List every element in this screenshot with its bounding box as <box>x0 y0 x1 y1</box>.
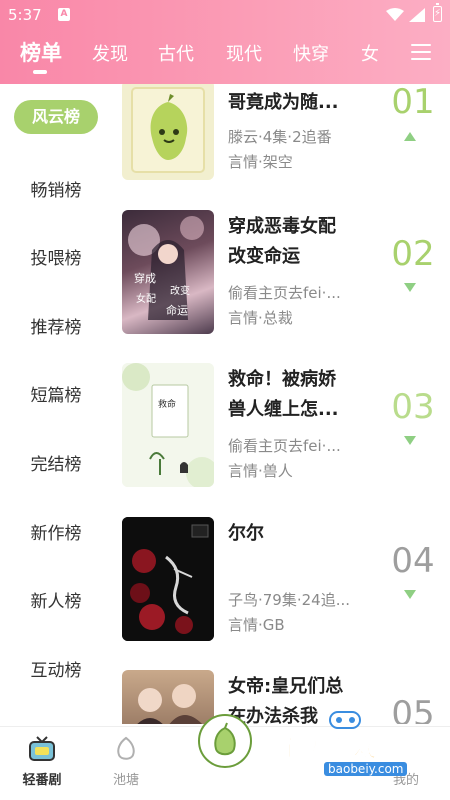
rank-number: 03 <box>391 387 435 427</box>
sidebar-item-newcomer[interactable]: 新人榜 <box>0 587 112 612</box>
nav-pond[interactable]: 池塘 <box>86 727 166 800</box>
svg-text:救命: 救命 <box>158 398 176 410</box>
svg-text:女配: 女配 <box>136 292 156 305</box>
book-cover[interactable]: 救命 <box>122 363 214 487</box>
rank-down-icon <box>404 436 416 445</box>
menu-icon[interactable] <box>411 44 431 60</box>
book-author-stats: 偷看主页去fei·... <box>228 284 341 302</box>
category-tabs: 榜单 发现 古代 现代 快穿 女 <box>0 36 450 76</box>
book-cover[interactable] <box>122 670 214 724</box>
tab-female[interactable]: 女 <box>361 40 379 66</box>
cover-illustration-icon <box>137 684 202 724</box>
sidebar-item-interaction[interactable]: 互动榜 <box>0 656 112 681</box>
watermark: 宝贝游戏网 baobeiy.com <box>278 711 428 786</box>
sidebar-item-bestseller[interactable]: 畅销榜 <box>0 176 112 201</box>
book-genre: 言情·兽人 <box>228 462 293 480</box>
svg-text:命运: 命运 <box>166 303 188 317</box>
sidebar-item-short[interactable]: 短篇榜 <box>0 381 112 406</box>
tab-rankings[interactable]: 榜单 <box>20 37 62 67</box>
rank-number: 04 <box>391 541 435 581</box>
svg-text:改变: 改变 <box>170 284 190 297</box>
tv-icon <box>29 736 55 761</box>
book-author-stats: 子鸟·79集·24追... <box>228 591 351 609</box>
nav-label: 池塘 <box>112 773 139 788</box>
watermark-url: baobeiy.com <box>324 762 408 776</box>
status-bar: 5:37 A ⚡ <box>0 0 450 30</box>
battery-icon: ⚡ <box>433 3 442 22</box>
top-header: 5:37 A ⚡ 榜单 发现 古代 现代 快穿 女 <box>0 0 450 84</box>
tab-quick-transmigration[interactable]: 快穿 <box>293 40 329 66</box>
book-author-stats: 偷看主页去fei·... <box>228 437 341 455</box>
rank-number: 02 <box>391 234 435 274</box>
book-title: 女帝:皇兄们总 <box>228 676 344 697</box>
list-item[interactable]: 女帝:皇兄们总 在办法杀我 05 <box>112 670 450 724</box>
rank-number: 05 <box>391 694 435 724</box>
sidebar-item-fengyun[interactable]: 风云榜 <box>14 100 98 134</box>
tab-discover[interactable]: 发现 <box>92 40 128 66</box>
notification-app-icon: A <box>58 8 70 21</box>
signal-icon <box>409 8 425 22</box>
cover-illustration-icon: 穿成 改变 女配 命运 <box>128 216 204 320</box>
sidebar-item-new-works[interactable]: 新作榜 <box>0 519 112 544</box>
list-item[interactable]: 哥竟成为随... 滕云·4集·2追番 言情·架空 01 <box>112 84 450 184</box>
book-title: 哥竟成为随... <box>228 92 339 113</box>
ranking-sidebar: 风云榜 畅销榜 投喂榜 推荐榜 短篇榜 完结榜 新作榜 新人榜 互动榜 <box>0 84 112 724</box>
status-time: 5:37 <box>8 6 42 24</box>
book-title-line2: 改变命运 <box>228 246 300 267</box>
rank-up-icon <box>404 132 416 141</box>
tab-ancient[interactable]: 古代 <box>158 40 194 66</box>
pond-icon <box>117 736 135 760</box>
list-item[interactable]: 尔尔 子鸟·79集·24追... 言情·GB 04 <box>112 517 450 647</box>
book-genre: 言情·总裁 <box>228 309 293 327</box>
rank-down-icon <box>404 590 416 599</box>
book-genre: 言情·架空 <box>228 153 293 171</box>
cover-illustration-icon <box>122 517 214 641</box>
pear-icon <box>214 722 236 756</box>
book-cover[interactable] <box>122 517 214 641</box>
sidebar-item-feeding[interactable]: 投喂榜 <box>0 244 112 269</box>
tab-modern[interactable]: 现代 <box>226 40 262 66</box>
watermark-text: 宝贝游戏网 <box>278 734 403 763</box>
book-author-stats: 滕云·4集·2追番 <box>228 128 332 146</box>
tab-active-indicator <box>33 70 47 74</box>
wifi-icon <box>386 8 404 21</box>
pear-character-icon <box>131 87 205 173</box>
sidebar-item-recommend[interactable]: 推荐榜 <box>0 313 112 338</box>
sidebar-item-completed[interactable]: 完结榜 <box>0 450 112 475</box>
nav-label: 轻番剧 <box>22 773 62 788</box>
cover-illustration-icon: 救命 <box>122 363 214 487</box>
list-item[interactable]: 穿成 改变 女配 命运 穿成恶毒女配 改变命运 偷看主页去fei·... 言情·… <box>112 210 450 340</box>
nav-light-drama[interactable]: 轻番剧 <box>2 727 82 800</box>
svg-text:穿成: 穿成 <box>134 271 156 285</box>
ranking-list: 哥竟成为随... 滕云·4集·2追番 言情·架空 01 穿成 改变 女配 命运 … <box>112 84 450 724</box>
rank-number: 01 <box>391 84 435 122</box>
rank-down-icon <box>404 283 416 292</box>
book-title: 穿成恶毒女配 <box>228 216 336 237</box>
book-title: 尔尔 <box>228 523 264 544</box>
book-genre: 言情·GB <box>228 616 285 634</box>
list-item[interactable]: 救命 救命！被病娇 兽人缠上怎... 偷看主页去fei·... 言情·兽人 03 <box>112 363 450 493</box>
center-action-button[interactable] <box>198 714 252 768</box>
book-title-line2: 兽人缠上怎... <box>228 399 339 420</box>
book-cover[interactable]: 穿成 改变 女配 命运 <box>122 210 214 334</box>
book-title: 救命！被病娇 <box>228 369 336 390</box>
book-cover[interactable] <box>122 84 214 180</box>
